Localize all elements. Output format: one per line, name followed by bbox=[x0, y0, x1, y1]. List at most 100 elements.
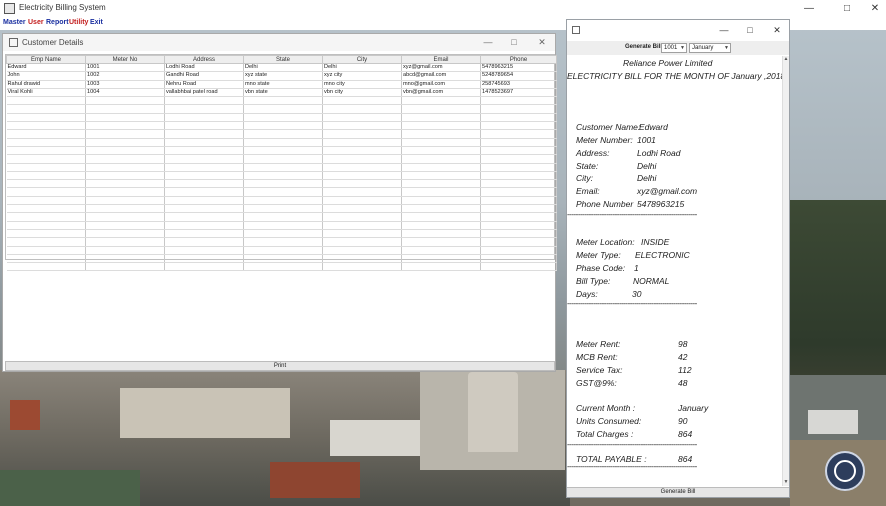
table-row[interactable] bbox=[6, 163, 557, 172]
table-cell[interactable] bbox=[401, 237, 481, 247]
table-cell[interactable] bbox=[164, 246, 244, 255]
table-cell[interactable] bbox=[243, 187, 323, 197]
table-cell[interactable]: Edward bbox=[6, 63, 86, 73]
table-cell[interactable] bbox=[164, 187, 244, 197]
table-cell[interactable] bbox=[164, 221, 244, 230]
table-cell[interactable] bbox=[85, 179, 165, 189]
table-cell[interactable] bbox=[480, 96, 557, 106]
table-cell[interactable]: 5248789654 bbox=[480, 71, 557, 81]
table-cell[interactable] bbox=[401, 187, 481, 197]
table-cell[interactable] bbox=[85, 221, 165, 230]
table-cell[interactable] bbox=[6, 237, 86, 247]
table-cell[interactable] bbox=[322, 237, 402, 247]
table-cell[interactable] bbox=[164, 138, 244, 147]
table-cell[interactable]: Delhi bbox=[243, 63, 323, 73]
table-cell[interactable] bbox=[401, 171, 481, 181]
table-cell[interactable] bbox=[164, 229, 244, 239]
column-header[interactable]: State bbox=[243, 55, 323, 64]
table-cell[interactable] bbox=[164, 96, 244, 106]
table-cell[interactable]: 5478963215 bbox=[480, 63, 557, 73]
table-cell[interactable] bbox=[243, 171, 323, 181]
table-row[interactable] bbox=[6, 113, 557, 123]
maximize-icon[interactable]: □ bbox=[743, 23, 757, 37]
table-cell[interactable] bbox=[322, 212, 402, 222]
table-cell[interactable] bbox=[243, 146, 323, 156]
table-cell[interactable] bbox=[243, 96, 323, 106]
table-cell[interactable]: Nehru Road bbox=[164, 80, 244, 89]
table-cell[interactable] bbox=[322, 187, 402, 197]
table-cell[interactable]: xyz@gmail.com bbox=[401, 63, 481, 73]
menu-exit[interactable]: Exit bbox=[90, 19, 103, 26]
table-cell[interactable] bbox=[322, 129, 402, 139]
table-cell[interactable] bbox=[322, 171, 402, 181]
table-row[interactable]: Edward 1001 Lodhi Road Delhi Delhi xyz@gmail.… bbox=[6, 63, 557, 73]
column-header[interactable]: Phone bbox=[480, 55, 557, 64]
table-cell[interactable] bbox=[322, 179, 402, 189]
table-cell[interactable] bbox=[401, 246, 481, 255]
table-cell[interactable] bbox=[6, 129, 86, 139]
table-cell[interactable] bbox=[6, 146, 86, 156]
table-cell[interactable] bbox=[164, 121, 244, 131]
table-cell[interactable] bbox=[6, 246, 86, 255]
table-cell[interactable] bbox=[85, 204, 165, 214]
column-header[interactable]: Email bbox=[401, 55, 481, 64]
table-cell[interactable] bbox=[6, 96, 86, 106]
table-cell[interactable] bbox=[6, 229, 86, 239]
table-cell[interactable] bbox=[164, 237, 244, 247]
table-cell[interactable] bbox=[85, 163, 165, 172]
table-cell[interactable] bbox=[480, 171, 557, 181]
table-cell[interactable]: Gandhi Road bbox=[164, 71, 244, 81]
print-button[interactable]: Print bbox=[5, 361, 555, 371]
table-cell[interactable] bbox=[480, 113, 557, 123]
table-cell[interactable] bbox=[164, 163, 244, 172]
table-cell[interactable] bbox=[164, 154, 244, 164]
table-cell[interactable]: vbn state bbox=[243, 88, 323, 98]
bill-scrollbar[interactable]: ▲ ▼ bbox=[782, 56, 789, 486]
table-row[interactable] bbox=[6, 146, 557, 156]
table-row[interactable] bbox=[6, 246, 557, 255]
table-cell[interactable] bbox=[164, 179, 244, 189]
table-cell[interactable] bbox=[85, 254, 165, 264]
table-cell[interactable] bbox=[480, 246, 557, 255]
table-row[interactable] bbox=[6, 171, 557, 181]
table-row[interactable] bbox=[6, 187, 557, 197]
scroll-down-icon[interactable]: ▼ bbox=[783, 479, 789, 486]
column-header[interactable]: Emp Name bbox=[6, 55, 86, 64]
minimize-icon[interactable]: — bbox=[481, 35, 495, 49]
table-cell[interactable] bbox=[164, 262, 244, 272]
minimize-icon[interactable]: — bbox=[802, 2, 816, 16]
table-cell[interactable] bbox=[322, 229, 402, 239]
table-cell[interactable]: Lodhi Road bbox=[164, 63, 244, 73]
table-row[interactable] bbox=[6, 212, 557, 222]
table-cell[interactable] bbox=[322, 104, 402, 114]
table-cell[interactable] bbox=[401, 254, 481, 264]
menu-master[interactable]: Master bbox=[3, 19, 26, 26]
table-cell[interactable] bbox=[85, 113, 165, 123]
table-cell[interactable]: mno state bbox=[243, 80, 323, 89]
close-icon[interactable]: ✕ bbox=[770, 23, 784, 37]
table-cell[interactable] bbox=[6, 154, 86, 164]
table-cell[interactable] bbox=[322, 121, 402, 131]
table-cell[interactable] bbox=[164, 104, 244, 114]
table-cell[interactable] bbox=[6, 113, 86, 123]
table-cell[interactable] bbox=[85, 229, 165, 239]
table-row[interactable] bbox=[6, 229, 557, 239]
table-cell[interactable] bbox=[322, 96, 402, 106]
table-cell[interactable]: 258745693 bbox=[480, 80, 557, 89]
table-cell[interactable] bbox=[480, 138, 557, 147]
table-cell[interactable] bbox=[480, 129, 557, 139]
table-cell[interactable] bbox=[6, 204, 86, 214]
table-cell[interactable] bbox=[480, 237, 557, 247]
table-cell[interactable] bbox=[322, 221, 402, 230]
table-cell[interactable] bbox=[480, 154, 557, 164]
column-header[interactable]: City bbox=[322, 55, 402, 64]
table-cell[interactable] bbox=[401, 146, 481, 156]
table-cell[interactable] bbox=[243, 129, 323, 139]
table-cell[interactable] bbox=[85, 187, 165, 197]
table-cell[interactable]: Delhi bbox=[322, 63, 402, 73]
table-cell[interactable]: 1002 bbox=[85, 71, 165, 81]
table-cell[interactable] bbox=[85, 262, 165, 272]
table-row[interactable] bbox=[6, 104, 557, 114]
table-cell[interactable] bbox=[85, 138, 165, 147]
table-cell[interactable] bbox=[6, 179, 86, 189]
